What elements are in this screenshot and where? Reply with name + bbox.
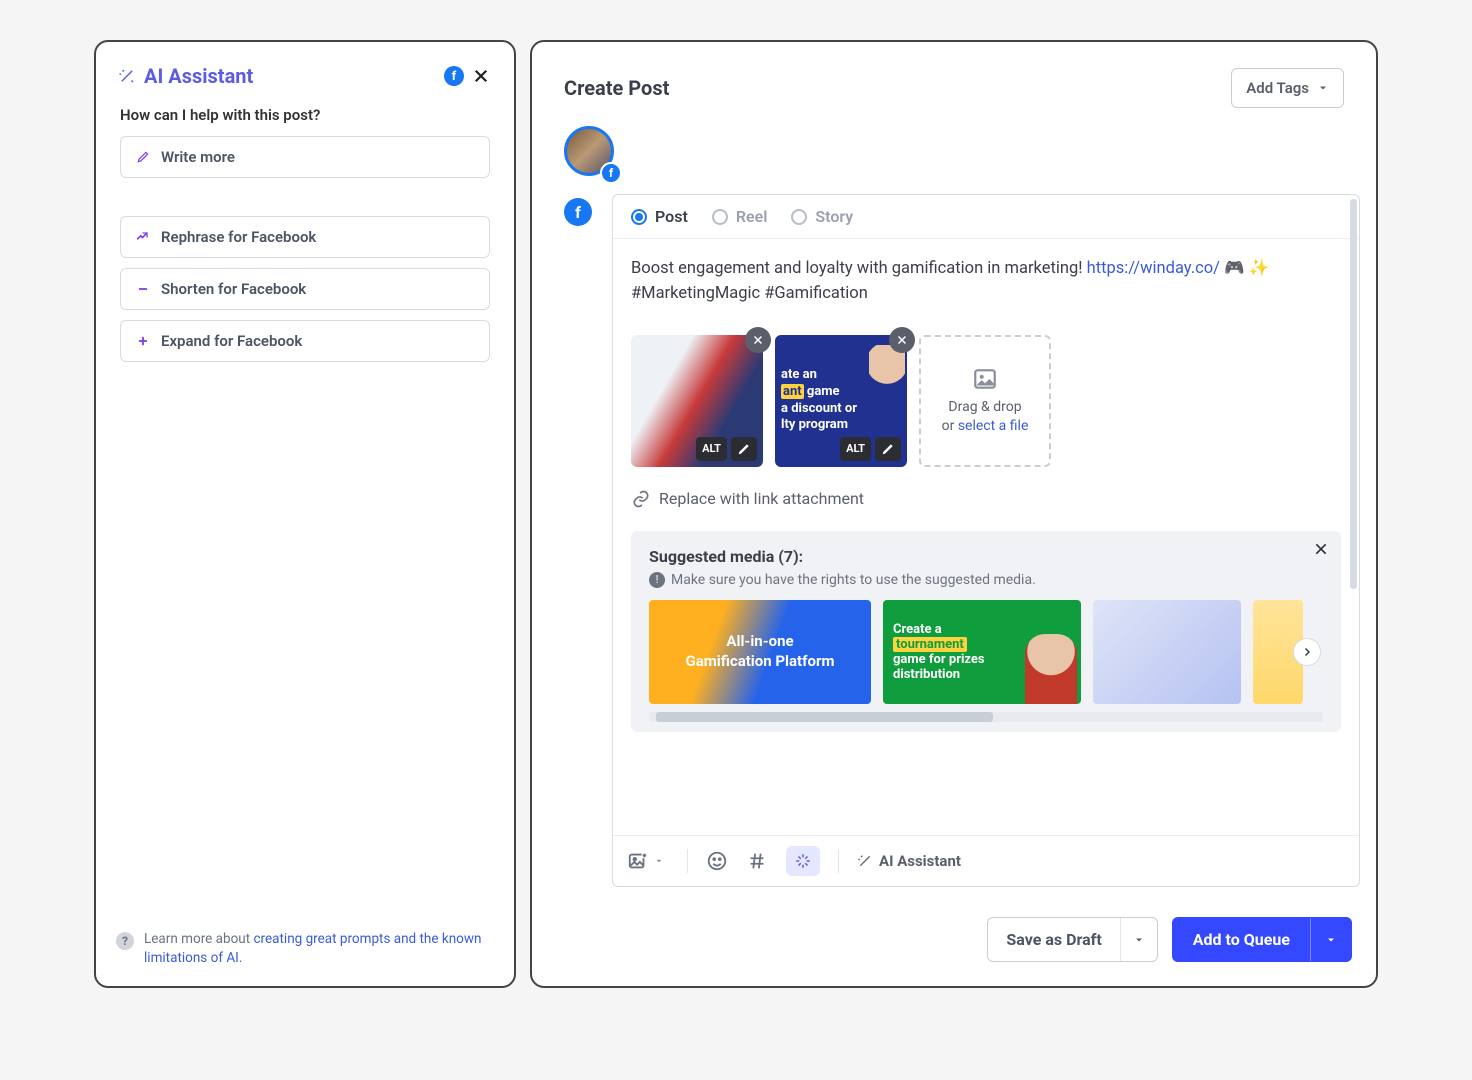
radio-icon — [631, 209, 647, 225]
wand-icon — [118, 67, 136, 85]
ai-assistant-panel: AI Assistant f How can I help with this … — [94, 40, 516, 988]
option-write-more[interactable]: Write more — [120, 136, 490, 178]
suggested-hint: ! Make sure you have the rights to use t… — [649, 572, 1323, 588]
divider — [687, 849, 688, 873]
media-tile-2[interactable]: ate an ant game a discount or lty progra… — [775, 335, 907, 467]
suggested-media-2[interactable]: Create a tournament game for prizes dist… — [883, 600, 1081, 704]
add-to-queue-button[interactable]: Add to Queue — [1172, 917, 1352, 962]
scrollbar-horizontal[interactable] — [649, 712, 1323, 722]
replace-link-attachment[interactable]: Replace with link attachment — [631, 489, 1341, 509]
link-icon — [631, 489, 651, 509]
option-label: Shorten for Facebook — [161, 280, 306, 298]
image-icon — [972, 366, 998, 392]
suggested-media-panel: Suggested media (7): ! Make sure you hav… — [631, 531, 1341, 732]
facebook-channel-icon[interactable]: f — [564, 198, 592, 226]
plus-icon — [135, 333, 151, 349]
ai-spark-button[interactable] — [786, 846, 820, 876]
post-text: Boost engagement and loyalty with gamifi… — [631, 259, 1087, 278]
help-icon[interactable]: ? — [116, 932, 134, 950]
pencil-icon — [135, 149, 151, 165]
option-label: Expand for Facebook — [161, 332, 302, 350]
post-link[interactable]: https://winday.co/ — [1087, 259, 1220, 278]
add-queue-label: Add to Queue — [1173, 918, 1311, 961]
suggested-title: Suggested media (7): — [649, 547, 1323, 566]
facebook-network-icon: f — [600, 162, 622, 184]
media-tile-1[interactable]: ALT — [631, 335, 763, 467]
option-rephrase[interactable]: Rephrase for Facebook — [120, 216, 490, 258]
radio-icon — [791, 209, 807, 225]
add-tags-label: Add Tags — [1246, 79, 1309, 97]
edit-media-button[interactable] — [731, 437, 757, 461]
suggested-media-3[interactable] — [1093, 600, 1241, 704]
remove-media-button[interactable] — [889, 327, 915, 353]
scrollbar-vertical[interactable] — [1350, 199, 1357, 862]
ai-assistant-button[interactable]: AI Assistant — [857, 852, 961, 870]
save-draft-label: Save as Draft — [988, 918, 1120, 961]
suggested-media-1[interactable]: All-in-oneGamification Platform — [649, 600, 871, 704]
tab-reel[interactable]: Reel — [712, 207, 768, 226]
close-suggested-button[interactable] — [1313, 541, 1329, 557]
create-post-panel: Create Post Add Tags f f — [530, 40, 1378, 988]
rewrite-icon — [135, 229, 151, 245]
post-editor: Post Reel Story Boost engage — [612, 194, 1360, 887]
divider — [838, 849, 839, 873]
tab-label: Post — [655, 207, 688, 226]
option-expand[interactable]: Expand for Facebook — [120, 320, 490, 362]
ai-title: AI Assistant — [118, 64, 253, 88]
minus-icon — [135, 281, 151, 297]
account-avatar[interactable]: f — [564, 126, 618, 180]
radio-icon — [712, 209, 728, 225]
alt-text-button[interactable]: ALT — [840, 437, 871, 461]
post-text-input[interactable]: Boost engagement and loyalty with gamifi… — [631, 257, 1341, 307]
chevron-down-icon — [1317, 82, 1329, 94]
ai-assistant-label: AI Assistant — [879, 852, 961, 870]
editor-toolbar: AI Assistant — [613, 835, 1359, 886]
option-shorten[interactable]: Shorten for Facebook — [120, 268, 490, 310]
option-label: Rephrase for Facebook — [161, 228, 316, 246]
media-dropzone[interactable]: Drag & drop or select a file — [919, 335, 1051, 467]
add-image-button[interactable] — [627, 850, 649, 872]
add-image-dropdown[interactable] — [649, 856, 669, 866]
emoji-button[interactable] — [706, 850, 728, 872]
save-as-draft-button[interactable]: Save as Draft — [987, 917, 1157, 962]
option-label: Write more — [161, 148, 235, 166]
tab-story[interactable]: Story — [791, 207, 853, 226]
dz-link[interactable]: select a file — [958, 418, 1029, 434]
save-draft-dropdown[interactable] — [1121, 934, 1157, 946]
tab-label: Reel — [736, 207, 768, 226]
alt-text-button[interactable]: ALT — [696, 437, 727, 461]
tab-post[interactable]: Post — [631, 207, 688, 226]
ai-title-text: AI Assistant — [144, 64, 253, 88]
info-icon: ! — [649, 572, 665, 588]
remove-media-button[interactable] — [745, 327, 771, 353]
facebook-badge-icon: f — [444, 66, 464, 86]
ai-footer: ? Learn more about creating great prompt… — [96, 916, 514, 986]
tab-label: Story — [815, 207, 853, 226]
hashtag-button[interactable] — [746, 850, 768, 872]
add-queue-dropdown[interactable] — [1311, 934, 1351, 946]
post-hashtags: #MarketingMagic #Gamification — [631, 284, 868, 303]
suggested-next-button[interactable] — [1293, 638, 1321, 666]
edit-media-button[interactable] — [875, 437, 901, 461]
close-button[interactable] — [470, 65, 492, 87]
dz-or: or — [942, 418, 958, 434]
add-tags-button[interactable]: Add Tags — [1231, 68, 1344, 108]
dz-label: Drag & drop — [948, 399, 1021, 415]
ai-question: How can I help with this post? — [96, 96, 514, 130]
replace-link-label: Replace with link attachment — [659, 489, 864, 508]
footer-text: Learn more about — [144, 931, 253, 947]
page-title: Create Post — [564, 76, 669, 100]
post-emoji: 🎮 ✨ — [1220, 259, 1269, 278]
